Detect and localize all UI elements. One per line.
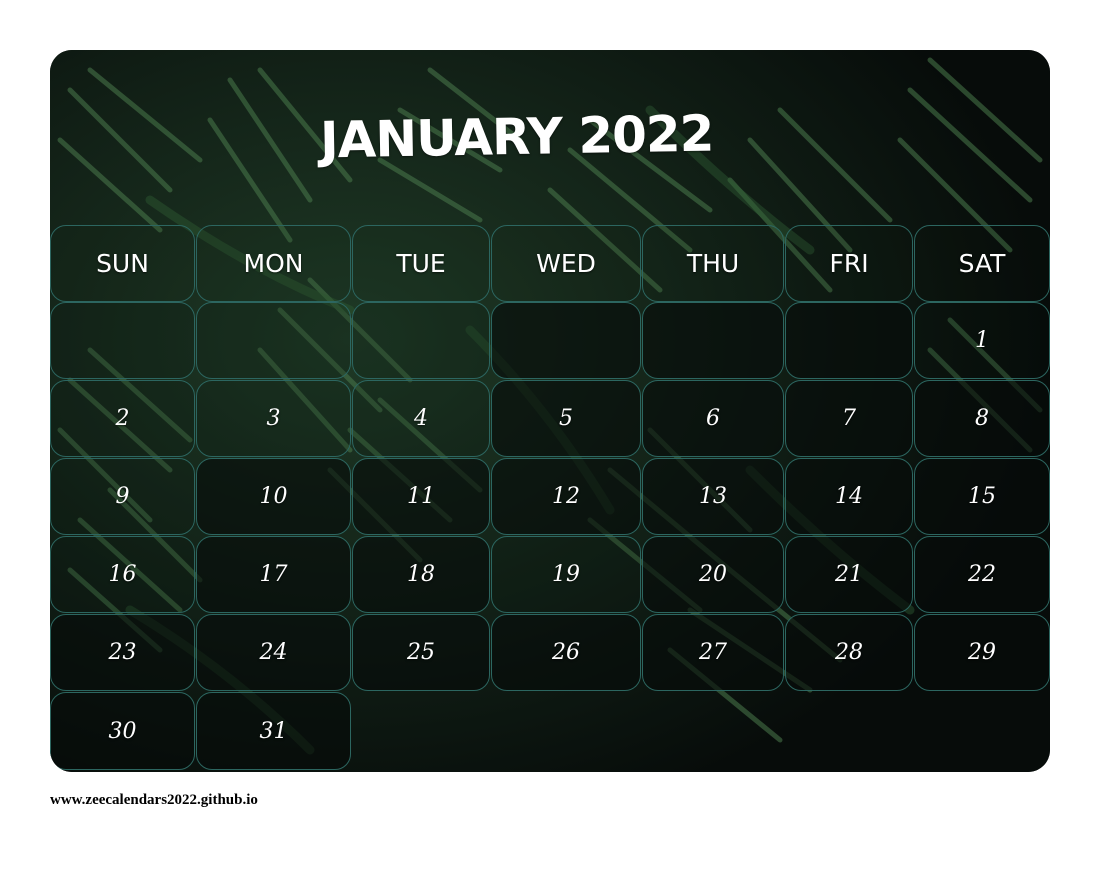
day-cell: 20 [642, 536, 784, 613]
day-cell: 5 [491, 380, 641, 457]
day-cell: 7 [785, 380, 913, 457]
empty-day-cell [50, 302, 195, 379]
empty-day-cell [785, 302, 913, 379]
day-cell: 18 [352, 536, 490, 613]
day-cell: 19 [491, 536, 641, 613]
day-cell: 2 [50, 380, 195, 457]
day-cell: 1 [914, 302, 1050, 379]
weekday-tue: TUE [352, 225, 490, 302]
weekday-fri: FRI [785, 225, 913, 302]
day-cell: 13 [642, 458, 784, 535]
day-cell: 9 [50, 458, 195, 535]
day-cell: 4 [352, 380, 490, 457]
weekday-sun: SUN [50, 225, 195, 302]
weekday-mon: MON [196, 225, 351, 302]
day-cell: 30 [50, 692, 195, 770]
day-cell: 22 [914, 536, 1050, 613]
day-cell: 23 [50, 614, 195, 691]
weekday-thu: THU [642, 225, 784, 302]
day-cell: 29 [914, 614, 1050, 691]
empty-day-cell [196, 302, 351, 379]
day-cell: 3 [196, 380, 351, 457]
empty-day-cell [352, 302, 490, 379]
day-cell: 24 [196, 614, 351, 691]
day-cell: 15 [914, 458, 1050, 535]
day-cell: 17 [196, 536, 351, 613]
empty-day-cell [491, 302, 641, 379]
weekday-sat: SAT [914, 225, 1050, 302]
day-cell: 10 [196, 458, 351, 535]
calendar-card: JANUARY 2022 SUN MON TUE WED THU FRI SAT… [50, 50, 1050, 772]
day-cell: 21 [785, 536, 913, 613]
day-cell: 28 [785, 614, 913, 691]
day-cell: 12 [491, 458, 641, 535]
day-cell: 6 [642, 380, 784, 457]
footer-url: www.zeecalendars2022.github.io [50, 792, 258, 808]
day-cell: 16 [50, 536, 195, 613]
day-cell: 31 [196, 692, 351, 770]
day-cell: 8 [914, 380, 1050, 457]
day-cell: 26 [491, 614, 641, 691]
day-cell: 14 [785, 458, 913, 535]
month-year-title: JANUARY 2022 [319, 104, 714, 170]
weekday-wed: WED [491, 225, 641, 302]
day-cell: 27 [642, 614, 784, 691]
day-cell: 25 [352, 614, 490, 691]
empty-day-cell [642, 302, 784, 379]
day-cell: 11 [352, 458, 490, 535]
